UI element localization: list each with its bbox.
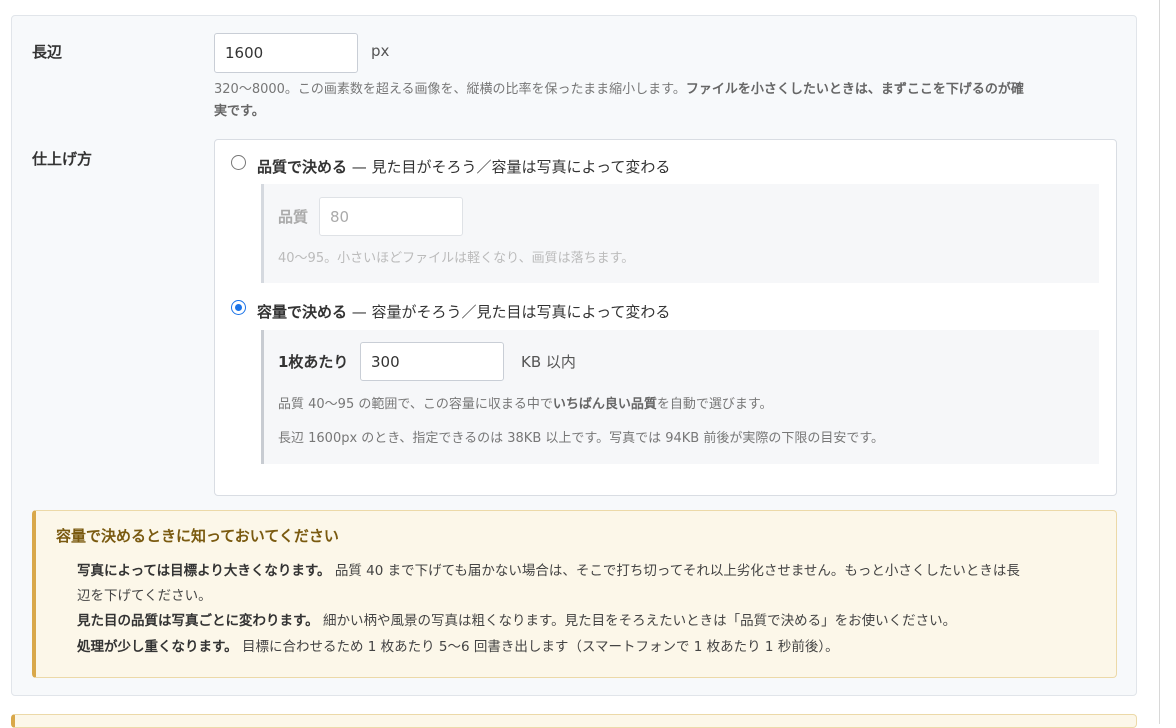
long-side-unit: px	[371, 42, 390, 60]
finish-label: 仕上げ方	[32, 150, 93, 168]
size-input[interactable]: 300	[360, 342, 504, 381]
quality-radio[interactable]	[231, 155, 246, 170]
notice-item-2: 見た目の品質は写真ごとに変わります。 細かい柄や風景の写真は粗くなります。見た目…	[77, 613, 957, 629]
quality-option-title[interactable]: 品質で決める — 見た目がそろう／容量は写真によって変わる	[257, 156, 670, 177]
quality-input[interactable]: 80	[319, 197, 463, 236]
quality-hint: 40〜95。小さいほどファイルは軽くなり、画質は落ちます。	[278, 251, 635, 266]
notice-title: 容量で決めるときに知っておいてください	[56, 527, 339, 545]
size-option-title[interactable]: 容量で決める — 容量がそろう／見た目は写真によって変わる	[257, 301, 670, 322]
size-hint-1: 品質 40〜95 の範囲で、この容量に収まる中でいちばん良い品質を自動で選びます…	[278, 397, 773, 412]
long-side-input[interactable]: 1600	[214, 33, 358, 73]
long-side-label: 長辺	[32, 43, 63, 61]
size-hint-2: 長辺 1600px のとき、指定できるのは 38KB 以上です。写真では 94K…	[278, 431, 885, 446]
notice-item-3: 処理が少し重くなります。 目標に合わせるため 1 枚あたり 5〜6 回書き出しま…	[77, 639, 839, 655]
size-field-label: 1枚あたり	[278, 353, 349, 371]
quality-field-label: 品質	[278, 208, 309, 226]
scrollbar[interactable]	[1159, 0, 1160, 724]
size-radio[interactable]	[231, 300, 246, 315]
notice-item-1: 写真によっては目標より大きくなります。 品質 40 まで下げても届かない場合は、…	[77, 563, 1020, 604]
size-unit: KB 以内	[521, 353, 576, 371]
next-notice-edge	[11, 714, 1137, 728]
long-side-hint: 320〜8000。この画素数を超える画像を、縦横の比率を保ったまま縮小します。フ…	[214, 82, 1024, 119]
